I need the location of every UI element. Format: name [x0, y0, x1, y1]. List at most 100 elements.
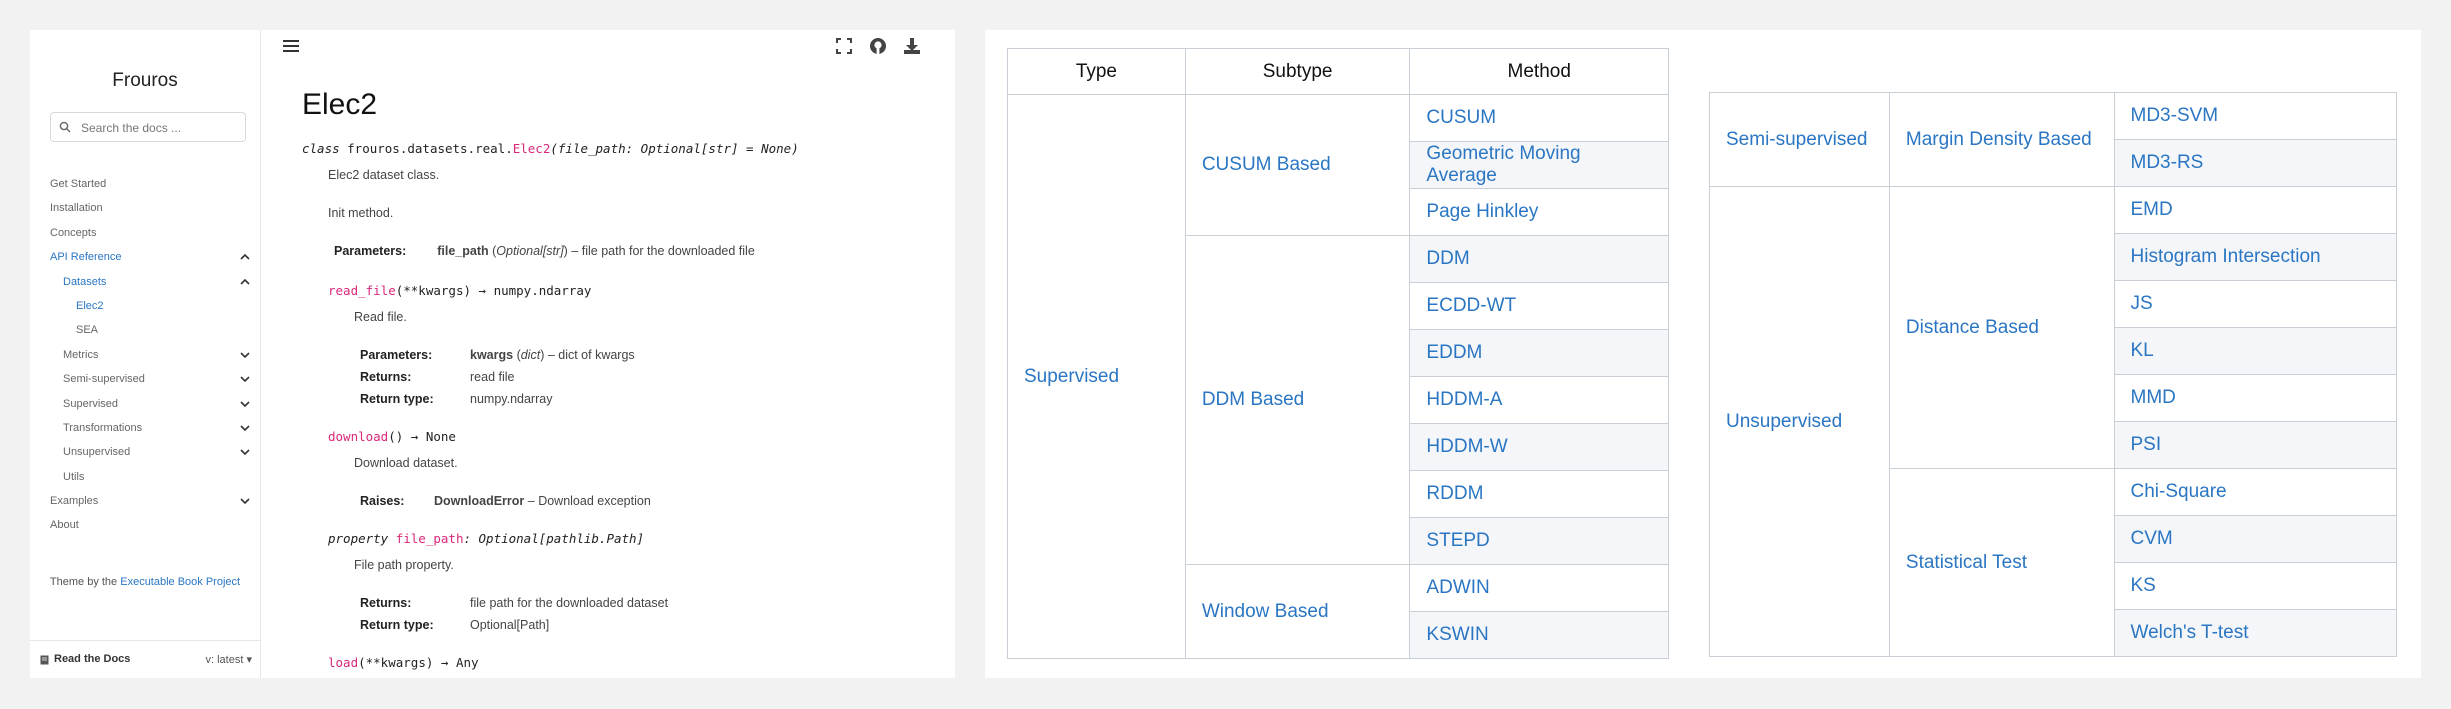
method-cell[interactable]: CVM	[2113, 515, 2397, 563]
type-cell[interactable]: Unsupervised	[1709, 186, 1890, 657]
subtype-cell[interactable]: Window Based	[1184, 564, 1411, 659]
download-raises: Raises: DownloadError – Download exceptio…	[360, 494, 651, 508]
method-cell[interactable]: HDDM-W	[1409, 423, 1669, 471]
subtype-cell[interactable]: Statistical Test	[1888, 468, 2115, 657]
table-row: Semi-supervised Margin Density Based MD3-S…	[1709, 92, 2397, 187]
method-cell[interactable]: JS	[2113, 280, 2397, 328]
method-cell[interactable]: MD3-SVM	[2113, 92, 2397, 140]
page-title: Elec2	[302, 88, 378, 121]
method-cell[interactable]: EDDM	[1409, 329, 1669, 377]
class-keyword: class	[302, 141, 348, 156]
method-cell[interactable]: Geometric Moving Average	[1409, 141, 1669, 189]
load-signature[interactable]: load(**kwargs) → Any	[328, 655, 479, 670]
github-icon[interactable]	[869, 37, 887, 55]
subtype-cell[interactable]: Distance Based	[1888, 186, 2115, 469]
site-brand[interactable]: Frouros	[30, 70, 260, 92]
sidebar-item-label: SEA	[76, 324, 99, 337]
sidebar-item-sea[interactable]: SEA	[30, 318, 260, 342]
method-cell[interactable]: Chi-Square	[2113, 468, 2397, 516]
type-cell[interactable]: Supervised	[1007, 94, 1186, 659]
fullscreen-icon[interactable]	[836, 38, 852, 54]
sidebar-item-examples[interactable]: Examples	[30, 489, 260, 513]
method-cell[interactable]: KL	[2113, 327, 2397, 375]
search-box[interactable]	[50, 112, 246, 142]
property-keyword: property	[328, 531, 396, 546]
return-type-value: Optional[Path]	[470, 618, 550, 632]
sidebar-item-get-started[interactable]: Get Started	[30, 172, 260, 196]
type-cell[interactable]: Semi-supervised	[1709, 92, 1890, 187]
rtd-label: Read the Docs	[54, 653, 131, 665]
method-cell[interactable]: ADWIN	[1409, 564, 1669, 612]
read-the-docs-bar[interactable]: Read the Docs v: latest ▾	[30, 640, 260, 679]
sidebar-item-unsupervised[interactable]: Unsupervised	[30, 440, 260, 464]
hamburger-menu-icon[interactable]	[283, 39, 299, 53]
chevron-up-icon[interactable]	[240, 253, 250, 261]
sidebar-item-semi-supervised[interactable]: Semi-supervised	[30, 367, 260, 391]
param-desc: – file path for the downloaded file	[567, 244, 755, 258]
file-path-property-signature[interactable]: property file_path: Optional[pathlib.Pat…	[328, 531, 644, 546]
method-cell[interactable]: RDDM	[1409, 470, 1669, 518]
chevron-up-icon[interactable]	[240, 278, 250, 286]
sidebar-item-utils[interactable]: Utils	[30, 465, 260, 489]
method-cell[interactable]: PSI	[2113, 421, 2397, 469]
read-file-signature[interactable]: read_file(**kwargs) → numpy.ndarray	[328, 283, 591, 298]
method-cell[interactable]: Page Hinkley	[1409, 188, 1669, 236]
property-return-type: Return type: Optional[Path]	[360, 618, 549, 632]
method-cell[interactable]: MD3-RS	[2113, 139, 2397, 187]
sidebar-item-datasets[interactable]: Datasets	[30, 270, 260, 294]
param-name: kwargs	[470, 348, 514, 362]
method-cell[interactable]: HDDM-A	[1409, 376, 1669, 424]
chevron-down-icon[interactable]	[240, 351, 250, 359]
download-icon[interactable]	[903, 37, 921, 55]
method-cell[interactable]: STEPD	[1409, 517, 1669, 565]
class-signature[interactable]: class frouros.datasets.real.Elec2(file_p…	[302, 141, 799, 156]
chevron-down-icon[interactable]	[240, 400, 250, 408]
sidebar-item-elec2[interactable]: Elec2	[30, 294, 260, 318]
method-params: (**kwargs) → numpy.ndarray	[395, 283, 592, 298]
sidebar-item-transformations[interactable]: Transformations	[30, 416, 260, 440]
method-cell[interactable]: KSWIN	[1409, 611, 1669, 659]
property-description: File path property.	[354, 558, 454, 572]
method-params: (**kwargs) → Any	[358, 655, 479, 670]
method-cell[interactable]: KS	[2113, 562, 2397, 610]
sidebar-item-label: Datasets	[63, 275, 107, 288]
sidebar-item-label: Semi-supervised	[63, 373, 145, 386]
method-cell[interactable]: ECDD-WT	[1409, 282, 1669, 330]
caret-down-icon: ▾	[246, 654, 252, 666]
search-input[interactable]	[79, 118, 243, 138]
method-cell[interactable]: EMD	[2113, 186, 2397, 234]
chevron-down-icon[interactable]	[240, 448, 250, 456]
read-file-returns: Returns: read file	[360, 370, 514, 384]
raises-name: DownloadError	[434, 494, 525, 508]
chevron-down-icon[interactable]	[240, 497, 250, 505]
read-file-return-type: Return type: numpy.ndarray	[360, 392, 552, 406]
method-cell[interactable]: Histogram Intersection	[2113, 233, 2397, 281]
sidebar-item-label: Get Started	[50, 178, 107, 190]
class-description: Elec2 dataset class.	[328, 168, 440, 182]
download-signature[interactable]: download() → None	[328, 429, 456, 444]
sidebar-item-label: Supervised	[63, 397, 119, 410]
subtype-cell[interactable]: CUSUM Based	[1184, 94, 1411, 236]
method-cell[interactable]: DDM	[1409, 235, 1669, 283]
method-cell[interactable]: MMD	[2113, 374, 2397, 422]
sidebar-item-supervised[interactable]: Supervised	[30, 392, 260, 416]
unsupervised-methods-table: Semi-supervised Margin Density Based MD3-S…	[1709, 92, 2397, 657]
class-module: frouros.datasets.real.	[347, 141, 513, 156]
subtype-cell[interactable]: DDM Based	[1184, 235, 1411, 565]
sidebar-item-installation[interactable]: Installation	[30, 196, 260, 220]
sidebar-item-about[interactable]: About	[30, 513, 260, 537]
returns-label: Returns:	[360, 370, 412, 384]
column-header: Subtype	[1184, 48, 1411, 95]
sidebar-item-concepts[interactable]: Concepts	[30, 221, 260, 245]
version-selector[interactable]: v: latest ▾	[206, 653, 253, 666]
chevron-down-icon[interactable]	[240, 424, 250, 432]
sidebar-item-metrics[interactable]: Metrics	[30, 343, 260, 367]
subtype-cell[interactable]: Margin Density Based	[1888, 92, 2115, 187]
chevron-down-icon[interactable]	[240, 375, 250, 383]
sidebar-item-api-reference[interactable]: API Reference	[30, 245, 260, 269]
method-cell[interactable]: CUSUM	[1409, 94, 1669, 142]
theme-credit-link[interactable]: Executable Book Project	[120, 576, 240, 588]
sidebar-item-label: Transformations	[63, 421, 143, 434]
method-cell[interactable]: Welch's T-test	[2113, 609, 2397, 657]
params-label: Parameters:	[334, 244, 407, 258]
